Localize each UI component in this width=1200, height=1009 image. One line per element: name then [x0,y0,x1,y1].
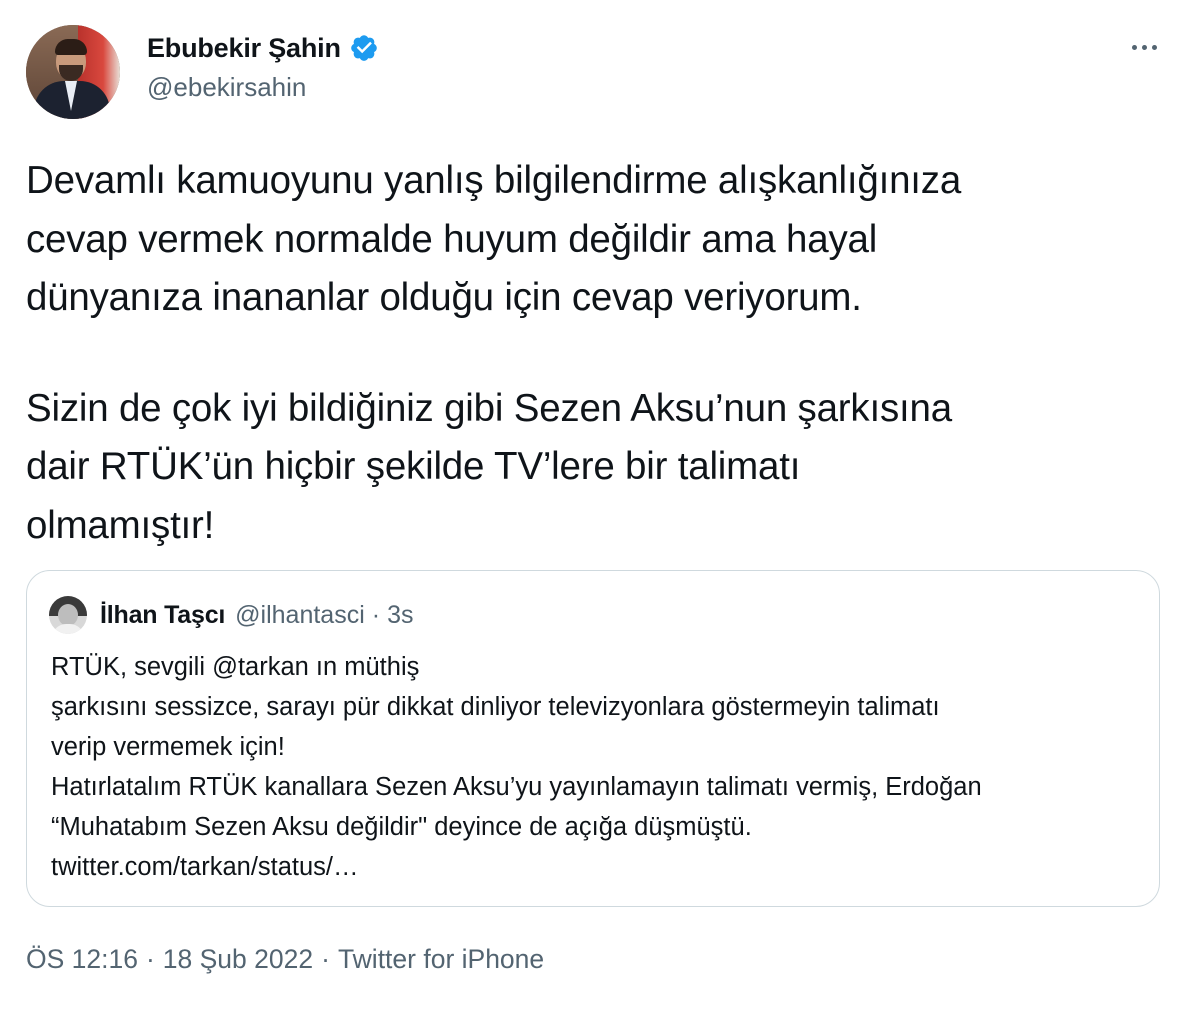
quoted-avatar-body [52,624,84,634]
avatar-hair [55,39,87,55]
tweet-paragraph: Devamlı kamuoyunu yanlış bilgilendirme a… [26,159,962,319]
more-horizontal-icon [1131,44,1137,50]
quoted-text-line: “Muhatabım Sezen Aksu değildir" deyince … [51,813,752,841]
quoted-author-handle[interactable]: @ilhantasci [235,601,365,630]
quoted-timestamp[interactable]: 3s [387,601,413,630]
quoted-text-line: verip vermemek için! [51,733,285,761]
quoted-text-line: şarkısını sessizce, sarayı pür dikkat di… [51,693,940,721]
quoted-text-line: Hatırlatalım RTÜK kanallara Sezen Aksu’y… [51,773,982,801]
quoted-avatar-face [58,604,78,626]
meta-separator: · [321,944,330,974]
tweet-text: Devamlı kamuoyunu yanlış bilgilendirme a… [26,152,1176,555]
tweet-metadata: ÖS 12:16 · 18 Şub 2022 · Twitter for iPh… [26,944,544,975]
quoted-separator: · [371,600,381,629]
quoted-text-line: RTÜK, sevgili @tarkan ın müthiş [51,653,420,681]
meta-separator: · [145,944,155,974]
quoted-tweet-header: İlhan Taşcı @ilhantasci · 3s [100,597,414,633]
tweet-date[interactable]: 18 Şub 2022 [163,944,313,975]
quoted-tweet-text: RTÜK, sevgili @tarkan ın müthiş şarkısın… [51,647,1151,887]
quoted-author-avatar[interactable] [49,596,87,634]
quoted-tweet[interactable]: İlhan Taşcı @ilhantasci · 3s RTÜK, sevgi… [26,570,1160,907]
tweet-card: Ebubekir Şahin @ebekirsahin Devamlı kamu… [0,0,1200,1009]
author-avatar[interactable] [26,25,120,119]
author-handle[interactable]: @ebekirsahin [147,72,306,103]
author-name-row: Ebubekir Şahin [147,30,379,66]
more-horizontal-icon [1151,44,1157,50]
quoted-author-name[interactable]: İlhan Taşcı [100,601,225,630]
tweet-time[interactable]: ÖS 12:16 [26,944,138,975]
quoted-link[interactable]: twitter.com/tarkan/status/… [51,847,1151,887]
verified-badge-icon [350,35,377,61]
author-display-name[interactable]: Ebubekir Şahin [147,33,341,64]
tweet-paragraph: Sizin de çok iyi bildiğiniz gibi Sezen A… [26,386,952,547]
tweet-source[interactable]: Twitter for iPhone [338,944,544,975]
more-horizontal-icon [1141,44,1147,50]
more-options-button[interactable] [1122,32,1166,62]
